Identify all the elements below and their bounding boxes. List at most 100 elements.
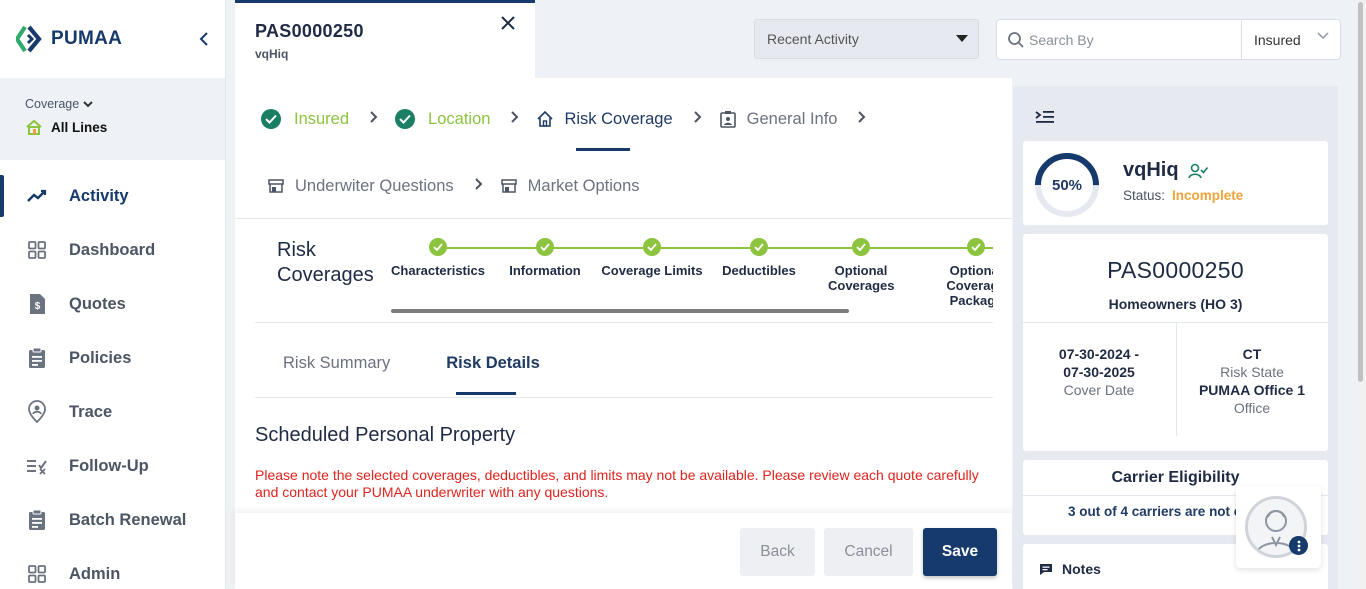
divider bbox=[255, 397, 993, 398]
sidebar-item-trace[interactable]: Trace bbox=[0, 385, 225, 439]
grid-icon bbox=[26, 239, 48, 261]
logo[interactable]: PUMAA bbox=[0, 0, 225, 78]
active-tab-indicator bbox=[235, 0, 415, 3]
insured-name: vqHiq bbox=[1123, 159, 1179, 181]
sidebar-item-follow-up[interactable]: Follow-Up bbox=[0, 439, 225, 493]
save-button[interactable]: Save bbox=[923, 528, 997, 576]
check-circle-icon bbox=[750, 238, 768, 256]
store-icon bbox=[500, 179, 517, 193]
progress-horizontal-scrollbar[interactable] bbox=[391, 309, 849, 313]
sidebar-item-batch-renewal[interactable]: Batch Renewal bbox=[0, 493, 225, 547]
risk-subtabs: Risk Summary Risk Details bbox=[283, 354, 540, 373]
policy-id: PAS0000250 bbox=[1107, 257, 1244, 283]
check-circle-icon bbox=[967, 238, 985, 256]
step-label: Insured bbox=[294, 109, 350, 128]
more-vertical-icon[interactable] bbox=[1289, 536, 1308, 555]
check-circle-icon bbox=[536, 238, 554, 256]
coverage-label-row[interactable]: Coverage bbox=[25, 97, 225, 111]
coverage-selector[interactable]: Coverage All Lines bbox=[0, 78, 225, 160]
recent-activity-label: Recent Activity bbox=[767, 31, 859, 47]
close-icon[interactable] bbox=[501, 12, 515, 34]
sidebar-item-label: Activity bbox=[69, 186, 129, 205]
step-market-options[interactable]: Market Options bbox=[500, 177, 640, 196]
sidebar-item-label: Dashboard bbox=[69, 240, 156, 259]
sidebar-item-label: Trace bbox=[69, 402, 113, 421]
chevron-right-icon bbox=[370, 110, 378, 128]
checklist-icon bbox=[26, 455, 48, 477]
step-label: Risk Coverage bbox=[564, 109, 673, 128]
risk-state-label: Risk State bbox=[1220, 364, 1284, 380]
sidebar-item-label: Policies bbox=[69, 348, 132, 367]
quote-tab-id: PAS0000250 bbox=[255, 21, 364, 41]
step-location[interactable]: Location bbox=[395, 109, 490, 129]
progress-step-information[interactable]: Information bbox=[485, 238, 605, 278]
progress-step-characteristics[interactable]: Characteristics bbox=[391, 238, 498, 278]
step-risk-coverage[interactable]: Risk Coverage bbox=[536, 109, 673, 129]
steps-row-1: Insured Location Risk Coverage General I… bbox=[261, 104, 883, 134]
search-box: Insured bbox=[996, 19, 1341, 60]
main-panel: Insured Location Risk Coverage General I… bbox=[235, 78, 1012, 589]
chevron-left-icon[interactable] bbox=[198, 30, 214, 50]
sidebar-item-activity[interactable]: Activity bbox=[0, 169, 225, 223]
step-label: General Info bbox=[746, 109, 838, 128]
quote-tab[interactable]: PAS0000250 vqHiq bbox=[235, 0, 535, 78]
collapse-panel-icon[interactable] bbox=[1035, 108, 1055, 126]
cover-date-label: Cover Date bbox=[1063, 382, 1135, 398]
tab-risk-summary[interactable]: Risk Summary bbox=[283, 354, 390, 373]
recent-activity-select[interactable]: Recent Activity bbox=[754, 19, 979, 59]
quote-doc-icon: $ bbox=[26, 293, 48, 315]
check-circle-icon bbox=[643, 238, 661, 256]
step-label: Underwiter Questions bbox=[295, 176, 454, 195]
step-general-info[interactable]: General Info bbox=[719, 109, 838, 129]
page-scrollbar[interactable] bbox=[1356, 0, 1366, 589]
cover-date-end: 07-30-2025 bbox=[1063, 364, 1135, 380]
policy-type: Homeowners (HO 3) bbox=[1108, 296, 1243, 312]
policy-card: PAS0000250 Homeowners (HO 3) 07-30-2024 … bbox=[1023, 234, 1328, 451]
sidebar-item-policies[interactable]: Policies bbox=[0, 331, 225, 385]
chevron-right-icon bbox=[693, 110, 702, 128]
cover-date-block: 07-30-2024 - 07-30-2025 Cover Date bbox=[1023, 345, 1175, 399]
person-check-icon[interactable] bbox=[1187, 163, 1208, 179]
progress-step-label: Characteristics bbox=[391, 263, 485, 278]
sidebar-item-quotes[interactable]: $ Quotes bbox=[0, 277, 225, 331]
sidebar-item-label: Follow-Up bbox=[69, 456, 149, 475]
search-type-value: Insured bbox=[1254, 31, 1301, 48]
insured-name-row: vqHiq bbox=[1123, 159, 1208, 182]
step-underwriter-questions[interactable]: Underwiter Questions bbox=[267, 177, 454, 196]
steps-row-2: Underwiter Questions Market Options bbox=[267, 172, 640, 200]
sidebar-item-admin[interactable]: Admin bbox=[0, 547, 225, 589]
progress-step-optional-coverage-package[interactable]: Optional Coverage Package bbox=[921, 238, 993, 308]
cover-date-start: 07-30-2024 - bbox=[1058, 346, 1140, 362]
progress-step-coverage-limits[interactable]: Coverage Limits bbox=[592, 238, 712, 278]
assistant-widget[interactable] bbox=[1236, 486, 1321, 568]
quote-tab-insured: vqHiq bbox=[255, 47, 289, 61]
search-type-select[interactable]: Insured bbox=[1241, 20, 1341, 59]
chevron-down-icon bbox=[83, 101, 93, 108]
risk-coverages-title-line2: Coverages bbox=[277, 264, 374, 286]
step-insured[interactable]: Insured bbox=[261, 109, 349, 129]
back-button[interactable]: Back bbox=[740, 528, 815, 576]
tab-risk-details[interactable]: Risk Details bbox=[446, 354, 540, 373]
progress-step-label: Optional Coverages bbox=[828, 263, 895, 293]
carrier-eligibility-title: Carrier Eligibility bbox=[1111, 469, 1240, 486]
check-circle-icon bbox=[395, 109, 416, 129]
risk-coverages-title-line1: Risk bbox=[277, 239, 316, 261]
app-name: PUMAA bbox=[51, 28, 123, 49]
progress-step-optional-coverages[interactable]: Optional Coverages bbox=[806, 238, 916, 293]
risk-coverages-title: Risk Coverages bbox=[277, 238, 374, 288]
id-badge-icon bbox=[719, 111, 736, 128]
notes-header: Notes bbox=[1039, 561, 1101, 577]
status-label: Status: bbox=[1123, 188, 1166, 203]
status-badge: Incomplete bbox=[1172, 188, 1244, 203]
pumaa-logo-icon bbox=[16, 25, 42, 53]
sidebar-item-label: Quotes bbox=[69, 294, 126, 313]
scrollbar-thumb[interactable] bbox=[1358, 2, 1363, 382]
search-input[interactable] bbox=[1029, 31, 1229, 48]
sidebar-item-dashboard[interactable]: Dashboard bbox=[0, 223, 225, 277]
progress-step-label: Deductibles bbox=[722, 263, 796, 278]
store-icon bbox=[268, 179, 284, 193]
cancel-button[interactable]: Cancel bbox=[824, 528, 913, 576]
coverage-label: Coverage bbox=[25, 97, 80, 111]
progress-step-deductibles[interactable]: Deductibles bbox=[699, 238, 819, 278]
location-person-icon bbox=[26, 400, 48, 424]
